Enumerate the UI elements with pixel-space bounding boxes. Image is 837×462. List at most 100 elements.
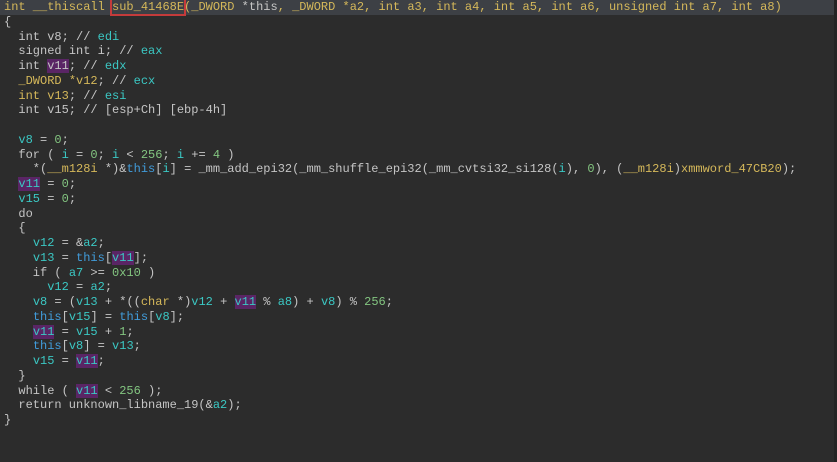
code-token[interactable]: 256 [141,148,163,162]
code-token[interactable]: this [119,310,148,324]
code-token[interactable]: >= [83,266,112,280]
code-token[interactable]: ; [134,339,141,353]
code-token[interactable]: 0 [54,133,61,147]
code-token[interactable]: ), ( [595,162,624,176]
code-token[interactable]: ; // [98,74,134,88]
code-token[interactable]: ) [220,148,234,162]
code-token[interactable]: } [4,369,25,383]
code-token[interactable]: ), [566,162,588,176]
highlighted-identifier-occurrence[interactable]: v11 [76,383,98,398]
code-token[interactable]: += [184,148,213,162]
code-token[interactable]: *)& [98,162,127,176]
code-token[interactable]: = [69,148,91,162]
code-line[interactable]: v8 = 0; [0,133,834,148]
code-token[interactable]: 0 [62,177,69,191]
code-token[interactable]: v8 [321,295,335,309]
code-token[interactable]: *) [170,295,191,309]
code-token[interactable]: { [4,15,11,29]
code-line[interactable]: } [0,369,834,384]
code-token[interactable] [4,89,18,103]
code-token[interactable]: ecx [134,74,156,88]
code-token[interactable]: int __thiscall [4,0,112,14]
code-line[interactable]: v15 = v11; [0,354,834,369]
code-token[interactable]: i [162,162,169,176]
code-token[interactable]: edi [98,30,120,44]
code-token[interactable]: ] = [90,310,119,324]
highlighted-identifier-occurrence[interactable]: v11 [76,354,98,368]
code-token[interactable]: return unknown_libname_19(& [4,398,212,412]
code-token[interactable]: 256 [364,295,386,309]
code-token[interactable]: v8 [155,310,169,324]
code-token[interactable]: v15 [33,354,55,368]
code-token[interactable]: a2 [213,398,227,412]
code-token[interactable]: ; // [69,59,105,73]
code-token[interactable]: __m128i [47,162,97,176]
code-line[interactable]: int v15; // [esp+Ch] [ebp-4h] [0,103,834,118]
code-token[interactable]: for ( [4,148,62,162]
code-token[interactable]: int [4,59,47,73]
code-token[interactable]: v8 [69,339,83,353]
code-token[interactable]: v8 [33,295,47,309]
code-token[interactable]: i [177,148,184,162]
code-token[interactable] [4,133,18,147]
code-token[interactable] [4,325,33,339]
code-token[interactable]: [ [62,339,69,353]
code-token[interactable] [4,280,47,294]
code-token[interactable]: signed int i; // [4,44,141,58]
code-token[interactable]: this [33,339,62,353]
code-token[interactable]: = [33,133,55,147]
code-line[interactable]: int v13; // esi [0,89,834,104]
code-token[interactable]: < [98,384,120,398]
code-line[interactable]: v8 = (v13 + *((char *)v12 + v11 % a8) + … [0,295,834,310]
code-token[interactable]: = [54,325,76,339]
code-token[interactable]: ); [141,384,162,398]
code-token[interactable]: = [40,192,62,206]
code-token[interactable]: 0x10 [112,266,141,280]
highlighted-identifier-occurrence[interactable]: v11 [32,324,55,339]
code-token[interactable]: a2 [83,236,97,250]
code-token[interactable]: v13 [112,339,134,353]
code-token[interactable]: eax [141,44,163,58]
code-token[interactable]: = & [54,236,84,250]
code-token[interactable]: v13 [76,295,98,309]
function-name-annotated-box[interactable]: sub_41468E [112,0,184,14]
code-line[interactable]: signed int i; // eax [0,44,834,59]
code-line[interactable] [0,118,834,133]
code-token[interactable]: __m128i [623,162,673,176]
code-token[interactable]: = [54,354,76,368]
code-token[interactable]: v12 [191,295,213,309]
code-token[interactable]: 0 [90,148,97,162]
code-token[interactable]: xmmword_47CB20 [681,162,782,176]
code-line[interactable]: v12 = &a2; [0,236,834,251]
code-token[interactable]: v13 [33,251,55,265]
code-line[interactable]: v13 = this[v11]; [0,250,834,266]
code-token[interactable]: ; [126,325,133,339]
pseudocode-view[interactable]: int __thiscall sub_41468E(_DWORD *this, … [0,0,834,462]
code-line[interactable]: v15 = 0; [0,192,834,207]
code-token[interactable]: { [4,221,25,235]
code-token[interactable]: ]; [134,251,148,265]
code-token[interactable]: = [54,251,76,265]
code-line-current[interactable]: int __thiscall sub_41468E(_DWORD *this, … [0,0,834,15]
code-token[interactable]: int v15; // [esp+Ch] [ebp-4h] [4,103,227,117]
code-line[interactable]: { [0,15,834,30]
code-token[interactable]: a8 [278,295,292,309]
code-token[interactable]: = [69,280,91,294]
code-token[interactable]: v15 [69,310,91,324]
code-token[interactable]: = ( [47,295,76,309]
code-token[interactable]: *this [242,0,278,14]
code-token[interactable] [4,354,33,368]
code-token[interactable]: 0 [587,162,594,176]
code-token[interactable] [4,295,33,309]
code-token[interactable]: v8 [18,133,32,147]
code-token[interactable]: esi [105,89,127,103]
code-token[interactable]: _DWORD *a2, int a3, int a4, int a5, int … [292,0,782,14]
code-token[interactable]: while ( [4,384,76,398]
code-token[interactable] [4,251,33,265]
code-line[interactable]: while ( v11 < 256 ); [0,383,834,399]
code-line[interactable]: v11 = 0; [0,177,834,192]
code-token[interactable]: i [62,148,69,162]
code-token[interactable]: *( [4,162,47,176]
highlighted-identifier-occurrence[interactable]: v11 [18,177,41,191]
code-token[interactable]: ; [105,280,112,294]
